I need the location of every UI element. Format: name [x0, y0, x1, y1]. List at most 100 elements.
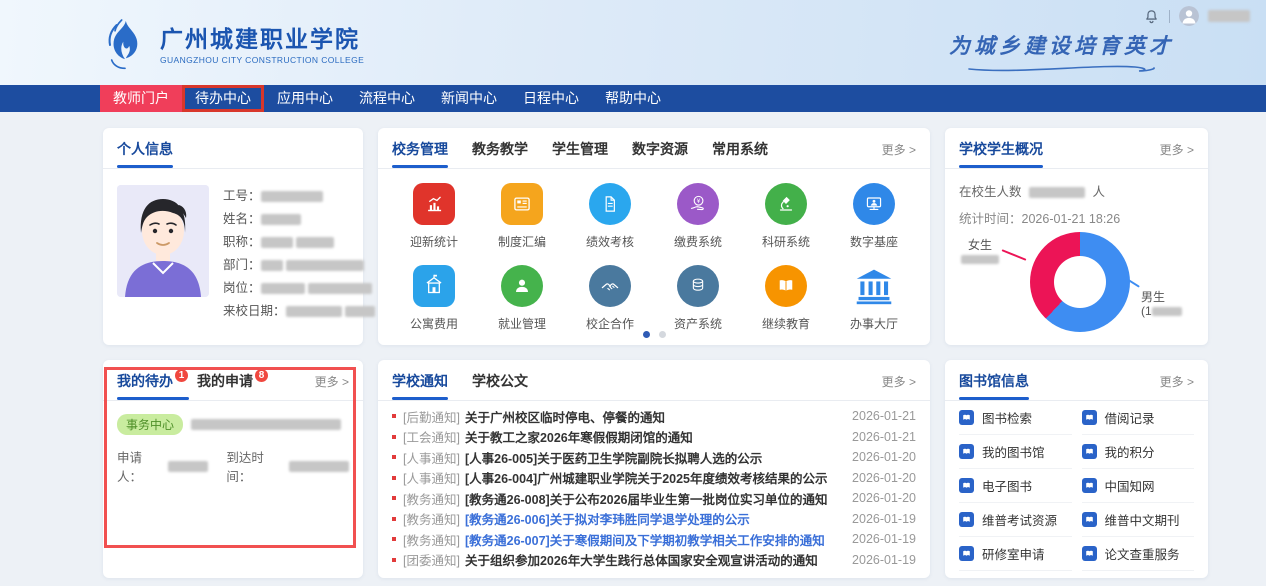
book-icon — [959, 478, 974, 493]
school-slogan: 为城乡建设培育英才 — [949, 30, 1174, 74]
apps-more-link[interactable]: 更多 > — [882, 141, 916, 168]
nav-item-app-center[interactable]: 应用中心 — [264, 85, 346, 112]
tab-school-documents[interactable]: 学校公文 — [472, 371, 528, 400]
nav-item-schedule-center[interactable]: 日程中心 — [510, 85, 592, 112]
todo-item-meta-row: 申请人： 到达时间： — [117, 447, 349, 485]
todo-tabs: 我的待办1 我的申请8 更多 > — [103, 360, 363, 401]
profile-photo — [117, 185, 209, 297]
bullet-icon — [392, 496, 396, 500]
app-digital-base[interactable]: 数字基座 — [830, 183, 918, 250]
bank-icon — [853, 265, 895, 307]
tab-student-mgmt[interactable]: 学生管理 — [552, 139, 608, 168]
students-more-link[interactable]: 更多 > — [1160, 141, 1194, 168]
applications-tabs: 校务管理 教务教学 学生管理 数字资源 常用系统 更多 > — [378, 128, 930, 169]
library-link-plagiarism-check[interactable]: 论文查重服务 — [1082, 537, 1195, 571]
library-link-my-library[interactable]: 我的图书馆 — [959, 435, 1072, 469]
panel-my-todo: 我的待办1 我的申请8 更多 > 事务中心 申请人： 到达时间： — [103, 360, 363, 578]
panel-title: 学校学生概况 — [959, 139, 1043, 168]
app-continuing-education[interactable]: 继续教育 — [742, 265, 830, 332]
app-school-enterprise[interactable]: 校企合作 — [566, 265, 654, 332]
bell-icon[interactable] — [1143, 8, 1160, 25]
notice-row[interactable]: [工会通知]关于教工之家2026年寒假假期闭馆的通知2026-01-21 — [392, 427, 916, 448]
bullet-icon — [392, 537, 396, 541]
library-link-book-search[interactable]: 图书检索 — [959, 401, 1072, 435]
stat-time-line: 统计时间：2026-01-21 18:26 — [945, 208, 1208, 227]
nav-item-todo-center[interactable]: 待办中心 — [182, 85, 264, 112]
main-nav: 教师门户 待办中心 应用中心 流程中心 新闻中心 日程中心 帮助中心 — [0, 85, 1266, 112]
panel-title: 个人信息 — [117, 139, 173, 168]
nav-item-teacher-portal[interactable]: 教师门户 — [100, 85, 182, 112]
file-icon — [589, 183, 631, 225]
teacher-portal-page: 广州城建职业学院 GUANGZHOU CITY CONSTRUCTION COL… — [0, 0, 1266, 586]
library-link-study-room[interactable]: 研修室申请 — [959, 537, 1072, 571]
app-research-system[interactable]: 科研系统 — [742, 183, 830, 250]
field-department: 部门： — [223, 254, 375, 277]
todo-list-item[interactable]: 事务中心 申请人： 到达时间： — [103, 401, 363, 485]
student-overview-header: 学校学生概况 更多 > — [945, 128, 1208, 169]
notice-row[interactable]: [人事通知][人事26-005]关于医药卫生学院副院长拟聘人选的公示2026-0… — [392, 447, 916, 468]
header-toolbar — [1143, 6, 1250, 26]
monitor-icon — [853, 183, 895, 225]
tab-my-todo[interactable]: 我的待办1 — [117, 371, 189, 400]
notices-more-link[interactable]: 更多 > — [882, 373, 916, 400]
app-regulations[interactable]: 制度汇编 — [478, 183, 566, 250]
field-employee-id: 工号： — [223, 185, 375, 208]
notice-row[interactable]: [教务通知][教务通26-007]关于寒假期间及下学期初教学相关工作安排的通知2… — [392, 529, 916, 550]
bar-chart-icon — [413, 183, 455, 225]
book-icon — [1082, 478, 1097, 493]
pagination-dot-2[interactable] — [659, 331, 666, 338]
tab-school-affairs[interactable]: 校务管理 — [392, 139, 448, 168]
app-freshman-stats[interactable]: 迎新统计 — [390, 183, 478, 250]
notice-row[interactable]: [后勤通知]关于广州校区临时停电、停餐的通知2026-01-21 — [392, 406, 916, 427]
notice-row[interactable]: [教务通知][教务通26-006]关于拟对李玮胜同学退学处理的公示2026-01… — [392, 509, 916, 530]
book-icon — [959, 546, 974, 561]
tab-digital-resources[interactable]: 数字资源 — [632, 139, 688, 168]
nav-item-news-center[interactable]: 新闻中心 — [428, 85, 510, 112]
profile-avatar-illustration — [117, 185, 209, 297]
tab-school-notices[interactable]: 学校通知 — [392, 371, 448, 400]
library-link-vip-exam[interactable]: 维普考试资源 — [959, 503, 1072, 537]
app-payment-system[interactable]: ¥ 缴费系统 — [654, 183, 742, 250]
notice-row[interactable]: [团委通知]关于组织参加2026年大学生践行总体国家安全观宣讲活动的通知2026… — [392, 550, 916, 571]
nav-item-help-center[interactable]: 帮助中心 — [592, 85, 674, 112]
bullet-icon — [392, 517, 396, 521]
library-link-borrow-records[interactable]: 借阅记录 — [1082, 401, 1195, 435]
tab-common-systems[interactable]: 常用系统 — [712, 139, 768, 168]
slogan-underline-icon — [967, 62, 1157, 74]
todo-item-title-row: 事务中心 — [117, 414, 349, 435]
library-more-link[interactable]: 更多 > — [1160, 373, 1194, 400]
book-icon — [1082, 444, 1097, 459]
notice-row[interactable]: [教务通知][教务通26-008]关于公布2026届毕业生第一批岗位实习单位的通… — [392, 488, 916, 509]
college-logo-icon — [100, 18, 150, 72]
tab-my-applications[interactable]: 我的申请8 — [197, 371, 269, 400]
enrolled-count-line: 在校生人数 人 — [945, 181, 1208, 200]
book-icon — [1082, 512, 1097, 527]
app-service-hall[interactable]: 办事大厅 — [830, 265, 918, 332]
app-employment-mgmt[interactable]: 就业管理 — [478, 265, 566, 332]
app-dorm-fees[interactable]: 公寓费用 — [390, 265, 478, 332]
todo-more-link[interactable]: 更多 > — [315, 373, 349, 400]
library-link-vip-journals[interactable]: 维普中文期刊 — [1082, 503, 1195, 537]
profile-fields: 工号： 姓名： 职称： 部门： 岗位： 来校日期： — [223, 185, 375, 323]
library-link-cnki[interactable]: 中国知网 — [1082, 469, 1195, 503]
library-links: 图书检索 借阅记录 我的图书馆 我的积分 电子图书 中国知网 维普考试资源 维普… — [945, 401, 1208, 571]
field-name: 姓名： — [223, 208, 375, 231]
user-avatar[interactable] — [1179, 6, 1199, 26]
donut-label-female: 女生 — [961, 238, 999, 266]
nav-item-process-center[interactable]: 流程中心 — [346, 85, 428, 112]
tab-teaching[interactable]: 教务教学 — [472, 139, 528, 168]
bullet-icon — [392, 414, 396, 418]
app-performance-review[interactable]: 绩效考核 — [566, 183, 654, 250]
user-name-redacted — [1208, 10, 1250, 22]
book-icon — [959, 410, 974, 425]
document-icon — [501, 183, 543, 225]
pagination-dot-1[interactable] — [643, 331, 650, 338]
library-link-my-points[interactable]: 我的积分 — [1082, 435, 1195, 469]
library-link-ebooks[interactable]: 电子图书 — [959, 469, 1072, 503]
app-asset-system[interactable]: 资产系统 — [654, 265, 742, 332]
notice-row[interactable]: [人事通知][人事26-004]广州城建职业学院关于2025年度绩效考核结果的公… — [392, 468, 916, 489]
female-callout-line — [1002, 249, 1027, 261]
apps-pagination — [378, 331, 930, 338]
apps-grid: 迎新统计 制度汇编 绩效考核 ¥ — [378, 169, 930, 332]
panel-applications: 校务管理 教务教学 学生管理 数字资源 常用系统 更多 > 迎新统计 — [378, 128, 930, 345]
